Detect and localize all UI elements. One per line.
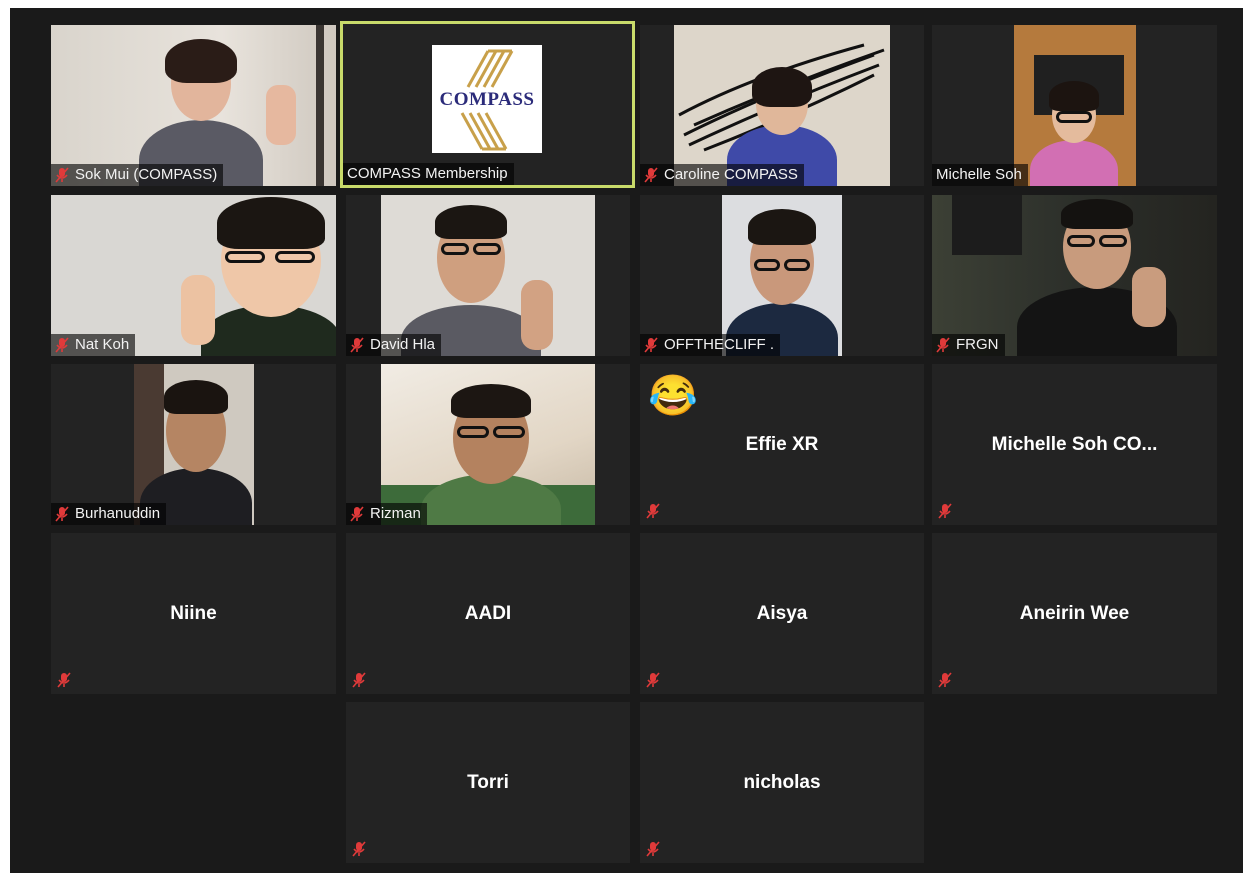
participant-name-label: Burhanuddin <box>51 503 167 525</box>
microphone-muted-icon <box>644 337 658 353</box>
participant-tile-rizman[interactable]: Rizman <box>346 364 630 525</box>
participant-name-label: COMPASS Membership <box>343 163 514 185</box>
participant-name: Torri <box>467 771 509 793</box>
meeting-gallery-view: Sok Mui (COMPASS) COMPASS COMPASS Member… <box>10 8 1243 873</box>
participant-name-label: FRGN <box>932 334 1005 356</box>
participant-name: Effie XR <box>745 433 819 455</box>
microphone-muted-icon <box>350 337 364 353</box>
laughing-reaction-icon: 😂 <box>648 374 698 418</box>
participant-name: Aneirin Wee <box>1019 602 1130 624</box>
microphone-muted-icon <box>938 672 952 688</box>
participant-video <box>722 195 842 356</box>
participant-video <box>51 25 336 186</box>
microphone-muted-icon <box>646 503 660 519</box>
participant-tile-nicholas[interactable]: nicholas <box>640 702 924 863</box>
participant-tile-aadi[interactable]: AADI <box>346 533 630 694</box>
participant-name: nicholas <box>743 771 821 793</box>
participant-name: Michelle Soh CO... <box>991 433 1158 455</box>
microphone-muted-icon <box>57 672 71 688</box>
microphone-muted-icon <box>352 672 366 688</box>
participant-tile-michelle-soh[interactable]: Michelle Soh <box>932 25 1217 186</box>
participant-name-label: Caroline COMPASS <box>640 164 804 186</box>
participant-name: Aisya <box>756 602 808 624</box>
compass-logo: COMPASS <box>432 45 542 153</box>
participant-tile-effie-xr[interactable]: 😂 Effie XR <box>640 364 924 525</box>
microphone-muted-icon <box>55 337 69 353</box>
participant-name-label: Nat Koh <box>51 334 136 356</box>
microphone-muted-icon <box>936 337 950 353</box>
participant-video <box>51 195 336 356</box>
participant-name-label: Michelle Soh <box>932 164 1028 186</box>
participant-tile-offthecliff[interactable]: OFFTHECLIFF . <box>640 195 924 356</box>
participant-tile-aisya[interactable]: Aisya <box>640 533 924 694</box>
microphone-muted-icon <box>350 506 364 522</box>
microphone-muted-icon <box>938 503 952 519</box>
participant-tile-niine[interactable]: Niine <box>51 533 336 694</box>
participant-tile-aneirin-wee[interactable]: Aneirin Wee <box>932 533 1217 694</box>
microphone-muted-icon <box>646 672 660 688</box>
participant-tile-sok-mui[interactable]: Sok Mui (COMPASS) <box>51 25 336 186</box>
participant-tile-frgn[interactable]: FRGN <box>932 195 1217 356</box>
microphone-muted-icon <box>646 841 660 857</box>
participant-tile-david-hla[interactable]: David Hla <box>346 195 630 356</box>
participant-tile-compass-membership[interactable]: COMPASS COMPASS Membership <box>340 21 635 188</box>
microphone-muted-icon <box>644 167 658 183</box>
microphone-muted-icon <box>55 506 69 522</box>
participant-tile-nat-koh[interactable]: Nat Koh <box>51 195 336 356</box>
participant-video <box>1013 25 1136 186</box>
participant-name: AADI <box>464 602 512 624</box>
participant-name: Niine <box>170 602 217 624</box>
participant-tile-torri[interactable]: Torri <box>346 702 630 863</box>
participant-name-label: OFFTHECLIFF . <box>640 334 780 356</box>
participant-name-label: Rizman <box>346 503 427 525</box>
participant-video <box>674 25 890 186</box>
participant-video <box>932 195 1217 356</box>
participant-video <box>133 364 254 525</box>
participant-tile-burhanuddin[interactable]: Burhanuddin <box>51 364 336 525</box>
participant-name-label: David Hla <box>346 334 442 356</box>
compass-logo-text: COMPASS <box>439 89 535 110</box>
participant-video <box>381 195 595 356</box>
participant-tile-caroline-compass[interactable]: Caroline COMPASS <box>640 25 924 186</box>
microphone-muted-icon <box>352 841 366 857</box>
participant-name-label: Sok Mui (COMPASS) <box>51 164 224 186</box>
participant-video <box>381 364 595 525</box>
microphone-muted-icon <box>55 167 69 183</box>
participant-tile-michelle-soh-co[interactable]: Michelle Soh CO... <box>932 364 1217 525</box>
